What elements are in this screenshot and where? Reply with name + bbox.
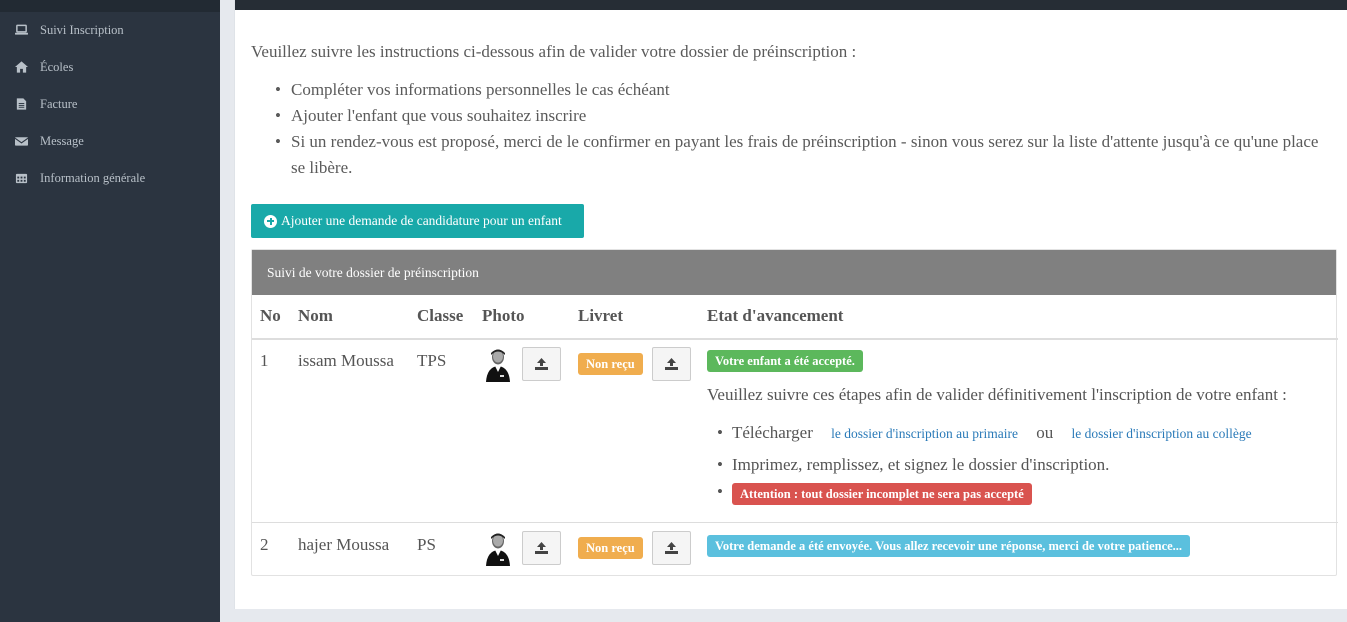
column-header-nom: Nom (298, 306, 333, 325)
sidebar-item-label: Message (40, 133, 84, 148)
dossier-panel: Suivi de votre dossier de préinscription… (251, 249, 1338, 576)
steps-title: Veuillez suivre ces étapes afin de valid… (707, 385, 1287, 404)
upload-icon (535, 358, 548, 370)
avatar-icon (486, 349, 510, 382)
add-candidature-button[interactable]: Ajouter une demande de candidature pour … (251, 204, 584, 238)
sidebar-item-label: Suivi Inscription (40, 22, 124, 37)
sidebar-item-information-generale[interactable]: Information générale (0, 163, 220, 193)
sidebar-item-label: Facture (40, 96, 78, 111)
upload-icon (665, 358, 678, 370)
laptop-icon (14, 24, 28, 36)
header-divider (252, 338, 1338, 340)
envelope-icon (14, 135, 28, 147)
link-dossier-primaire[interactable]: le dossier d'inscription au primaire (831, 426, 1018, 441)
intro-text: Veuillez suivre les instructions ci-dess… (251, 42, 857, 61)
row-classe: TPS (417, 351, 447, 370)
link-dossier-college[interactable]: le dossier d'inscription au collège (1072, 426, 1252, 441)
upload-livret-button[interactable] (652, 347, 691, 381)
panel-title: Suivi de votre dossier de préinscription (252, 250, 1336, 295)
row-classe: PS (417, 535, 436, 554)
upload-photo-button[interactable] (522, 347, 561, 381)
or-text: ou (1036, 423, 1054, 442)
download-label: Télécharger (732, 423, 813, 442)
upload-photo-button[interactable] (522, 531, 561, 565)
avatar-icon (486, 533, 510, 566)
step-download: Télécharger le dossier d'inscription au … (717, 423, 1252, 443)
upload-livret-button[interactable] (652, 531, 691, 565)
row-nom: issam Moussa (298, 351, 394, 370)
sidebar-item-label: Information générale (40, 170, 146, 185)
instruction-item: Si un rendez-vous est proposé, merci de … (275, 129, 1335, 181)
plus-circle-icon (264, 214, 277, 228)
step-print: Imprimez, remplissez, et signez le dossi… (717, 455, 1109, 475)
main-content: Veuillez suivre les instructions ci-dess… (234, 0, 1347, 609)
column-header-livret: Livret (578, 306, 624, 325)
column-header-classe: Classe (417, 306, 464, 325)
sidebar-item-message[interactable]: Message (0, 126, 220, 156)
warning-badge: Attention : tout dossier incomplet ne se… (732, 483, 1032, 505)
row-nom: hajer Moussa (298, 535, 390, 554)
sidebar: Suivi Inscription Écoles Facture Message… (0, 0, 220, 622)
upload-icon (665, 542, 678, 554)
file-icon (14, 98, 28, 110)
column-header-no: No (260, 306, 281, 325)
upload-icon (535, 542, 548, 554)
calendar-icon (14, 172, 28, 184)
livret-status-badge: Non reçu (578, 353, 643, 375)
panel-title-text: Suivi de votre dossier de préinscription (267, 264, 479, 280)
instruction-item: Compléter vos informations personnelles … (275, 77, 1335, 103)
sidebar-item-facture[interactable]: Facture (0, 89, 220, 119)
column-header-photo: Photo (482, 306, 525, 325)
status-badge-accepted: Votre enfant a été accepté. (707, 350, 863, 372)
top-bar (235, 0, 1347, 10)
row-no: 1 (260, 351, 269, 370)
add-candidature-label: Ajouter une demande de candidature pour … (281, 213, 562, 228)
sidebar-top-strip (0, 0, 220, 12)
sidebar-item-suivi-inscription[interactable]: Suivi Inscription (0, 15, 220, 45)
sidebar-item-label: Écoles (40, 59, 74, 74)
sidebar-item-ecoles[interactable]: Écoles (0, 52, 220, 82)
instructions-list: Compléter vos informations personnelles … (275, 77, 1335, 181)
instruction-item: Ajouter l'enfant que vous souhaitez insc… (275, 103, 1335, 129)
home-icon (14, 61, 28, 73)
row-no: 2 (260, 535, 269, 554)
status-badge-sent: Votre demande a été envoyée. Vous allez … (707, 535, 1191, 557)
column-header-etat: Etat d'avancement (707, 306, 844, 325)
row-divider (252, 522, 1338, 523)
livret-status-badge: Non reçu (578, 537, 643, 559)
